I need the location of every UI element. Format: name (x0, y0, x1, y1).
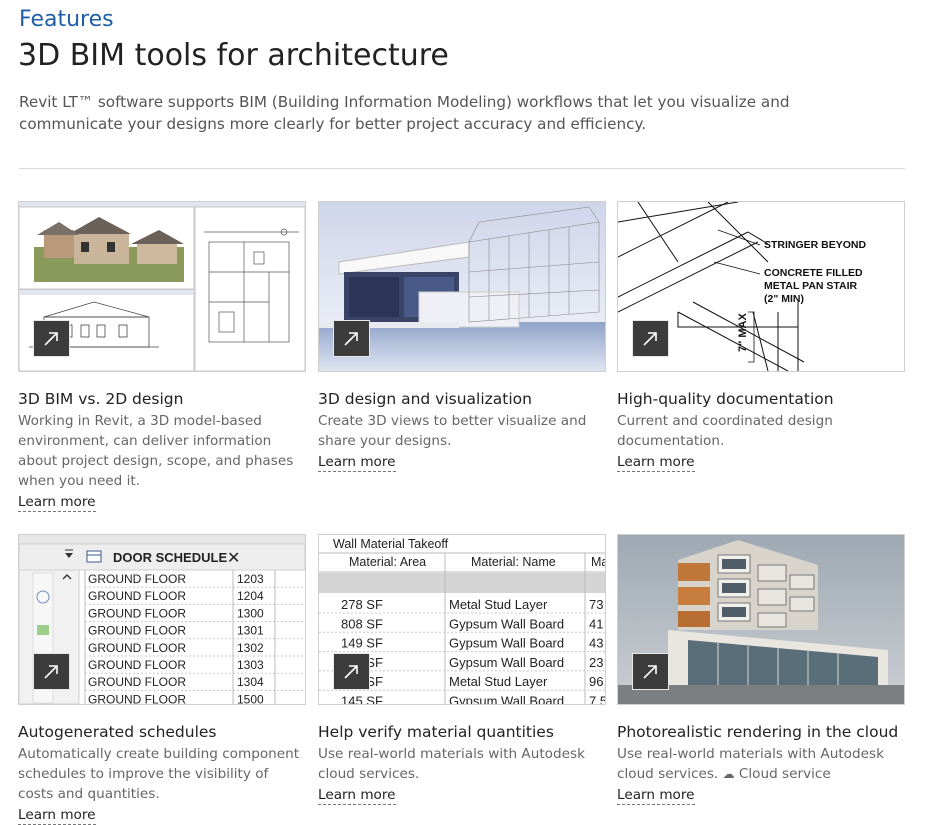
expand-arrow-icon (344, 332, 358, 346)
schedule-cell-level: GROUND FLOOR (88, 641, 186, 655)
schedule-cell-level: GROUND FLOOR (88, 589, 186, 603)
takeoff-cell-area: 808 SF (341, 616, 383, 631)
schedule-cell-mark: 1301 (237, 624, 264, 638)
takeoff-header-name: Material: Name (471, 555, 556, 569)
card-description: Create 3D views to better visualize and … (318, 413, 587, 449)
schedule-cell-mark: 1303 (237, 658, 264, 672)
takeoff-cell-area: 145 SF (341, 694, 383, 705)
expand-button[interactable] (333, 320, 370, 357)
feature-image-material-takeoff[interactable]: Wall Material Takeoff Material: Area Mat… (318, 534, 606, 705)
schedule-cell-level: GROUND FLOOR (88, 658, 186, 672)
intro-text: Revit LT™ software supports BIM (Buildin… (19, 93, 790, 133)
takeoff-cell-ma: 7.5 (589, 694, 605, 705)
detail-label-metal-pan: METAL PAN STAIR (764, 280, 858, 292)
feature-image-revit-interface[interactable] (18, 201, 306, 372)
takeoff-cell-name: Metal Stud Layer (449, 597, 548, 612)
learn-more-link[interactable]: Learn more (617, 787, 695, 805)
takeoff-cell-ma: 43 (589, 636, 603, 651)
takeoff-cell-name: Gypsum Wall Board (449, 694, 564, 705)
learn-more-link[interactable]: Learn more (318, 454, 396, 472)
card-title: Autogenerated schedules (18, 723, 217, 741)
takeoff-cell-area: 278 SF (341, 597, 383, 612)
expand-button[interactable] (33, 653, 70, 690)
feature-card-documentation: STRINGER BEYOND CONCRETE FILLED METAL PA… (617, 201, 905, 472)
feature-card-cloud-rendering: Photorealistic rendering in the cloud Us… (617, 534, 905, 805)
expand-button[interactable] (33, 320, 70, 357)
card-title: 3D design and visualization (318, 390, 532, 408)
takeoff-header-ma: Ma (591, 555, 605, 569)
expand-arrow-icon (643, 665, 657, 679)
feature-image-door-schedule[interactable]: DOOR SCHEDULE ✕ GROUND FLOOR 1203 GROUND F… (18, 534, 306, 705)
feature-card-schedules: DOOR SCHEDULE ✕ GROUND FLOOR 1203 GROUND F… (18, 534, 306, 825)
takeoff-cell-ma: 96 (589, 674, 603, 689)
schedule-cell-mark: 1302 (237, 641, 264, 655)
takeoff-cell-name: Metal Stud Layer (449, 674, 548, 689)
schedule-cell-level: GROUND FLOOR (88, 606, 186, 620)
card-description: Use real-world materials with Autodesk c… (318, 746, 585, 782)
takeoff-cell-area: 149 SF (341, 636, 383, 651)
schedule-cell-mark: 1304 (237, 675, 264, 689)
expand-button[interactable] (333, 653, 370, 690)
learn-more-link[interactable]: Learn more (617, 454, 695, 472)
card-title: Help verify material quantities (318, 723, 554, 741)
takeoff-title: Wall Material Takeoff (333, 537, 449, 551)
expand-arrow-icon (344, 665, 358, 679)
detail-label-stringer: STRINGER BEYOND (764, 239, 867, 251)
divider (19, 168, 905, 169)
detail-label-concrete: CONCRETE FILLED (764, 267, 863, 279)
svg-text:✕: ✕ (227, 548, 240, 567)
card-description: Automatically create building component … (18, 746, 300, 802)
takeoff-cell-ma: 23 (589, 655, 603, 670)
detail-label-min: (2" MIN) (764, 293, 804, 305)
takeoff-cell-ma: 41 (589, 616, 603, 631)
takeoff-cell-ma: 73 (589, 597, 603, 612)
learn-more-link[interactable]: Learn more (18, 494, 96, 512)
schedule-cell-mark: 1203 (237, 572, 264, 586)
schedule-cell-level: GROUND FLOOR (88, 692, 186, 704)
learn-more-link[interactable]: Learn more (18, 807, 96, 825)
learn-more-link[interactable]: Learn more (318, 787, 396, 805)
card-title: Photorealistic rendering in the cloud (617, 723, 899, 741)
takeoff-cell-name: Gypsum Wall Board (449, 636, 564, 651)
card-title: 3D BIM vs. 2D design (18, 390, 184, 408)
cloud-icon: ☁ (722, 767, 735, 781)
feature-image-house-render[interactable] (318, 201, 606, 372)
takeoff-cell-name: Gypsum Wall Board (449, 616, 564, 631)
card-description: Current and coordinated design documenta… (617, 413, 833, 449)
card-title: High-quality documentation (617, 390, 834, 408)
feature-card-3d-design: 3D design and visualization Create 3D vi… (318, 201, 606, 472)
cloud-service-tag: Cloud service (738, 766, 831, 782)
expand-button[interactable] (632, 320, 669, 357)
schedule-title: DOOR SCHEDULE (113, 550, 227, 565)
schedule-cell-level: GROUND FLOOR (88, 624, 186, 638)
takeoff-header-area: Material: Area (349, 555, 426, 569)
expand-button[interactable] (632, 653, 669, 690)
schedule-cell-level: GROUND FLOOR (88, 675, 186, 689)
schedule-cell-level: GROUND FLOOR (88, 572, 186, 586)
card-description: Use real-world materials with Autodesk c… (617, 744, 905, 784)
section-eyebrow: Features (19, 7, 114, 32)
schedule-cell-mark: 1204 (237, 589, 264, 603)
feature-card-3d-bim-vs-2d: 3D BIM vs. 2D design Working in Revit, a… (18, 201, 306, 512)
schedule-cell-mark: 1500 (237, 692, 264, 704)
feature-card-material-quantities: Wall Material Takeoff Material: Area Mat… (318, 534, 606, 805)
page-title: 3D BIM tools for architecture (18, 38, 449, 73)
card-description: Working in Revit, a 3D model-based envir… (18, 413, 294, 489)
feature-image-stair-detail[interactable]: STRINGER BEYOND CONCRETE FILLED METAL PA… (617, 201, 905, 372)
expand-arrow-icon (44, 332, 58, 346)
expand-arrow-icon (643, 332, 657, 346)
takeoff-cell-name: Gypsum Wall Board (449, 655, 564, 670)
detail-label-max: 7" MAX (737, 313, 749, 352)
schedule-cell-mark: 1300 (237, 606, 264, 620)
expand-arrow-icon (44, 665, 58, 679)
feature-image-apartment-render[interactable] (617, 534, 905, 705)
